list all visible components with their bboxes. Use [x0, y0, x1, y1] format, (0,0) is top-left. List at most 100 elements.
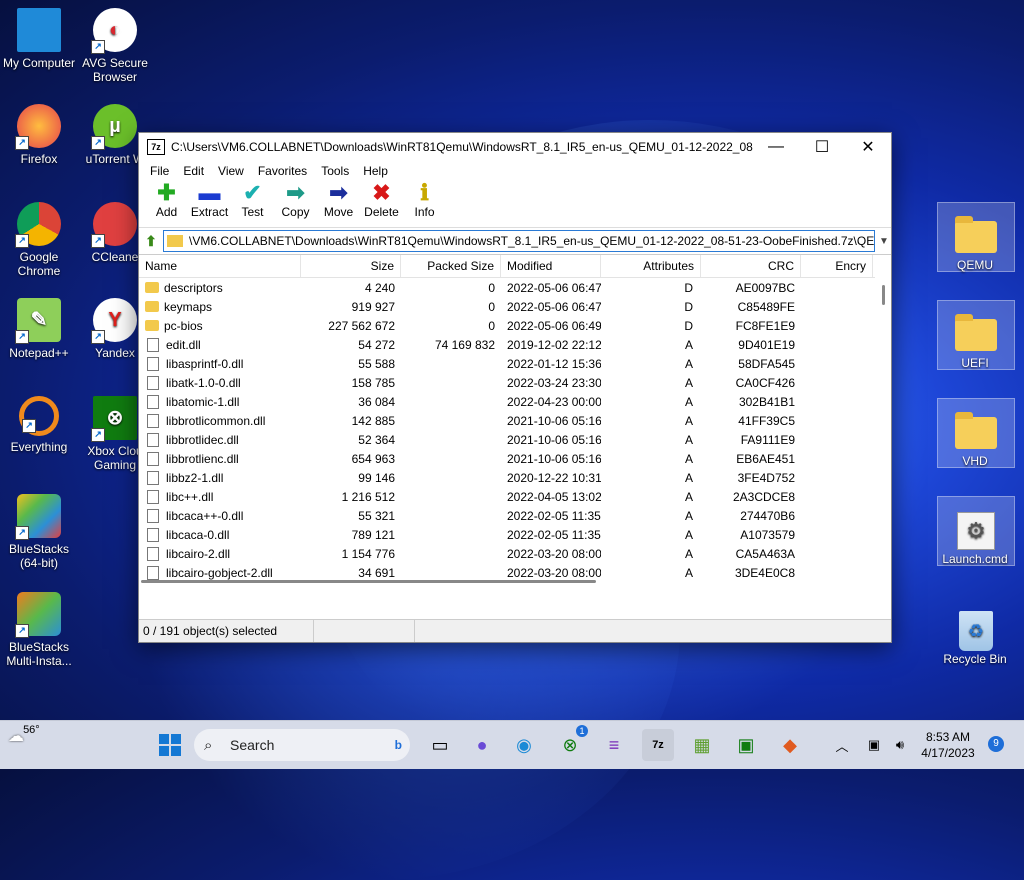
folder-icon — [955, 314, 997, 351]
desktop-icon[interactable]: ◐ ↗ AVG Secure Browser — [73, 8, 157, 84]
cell-packed-size: 0 — [488, 280, 495, 295]
desktop-icon[interactable]: My Computer — [0, 8, 81, 70]
weather-widget[interactable]: ☁ 56° — [8, 724, 44, 746]
bluestacks-taskbar-icon[interactable]: ◆ — [774, 729, 806, 761]
file-name: pc-bios — [164, 318, 203, 333]
desktop-icon[interactable]: ↗ Firefox — [0, 104, 81, 166]
horizontal-scroll-thumb[interactable] — [141, 580, 596, 583]
copy-button[interactable]: ➡ Copy — [274, 181, 317, 220]
table-row[interactable]: pc-bios 227 562 672 0 2022-05-06 06:49 D FC8F… — [139, 316, 891, 335]
menu-help[interactable]: Help — [356, 164, 395, 178]
desktop-icon[interactable]: ↗ Everything — [0, 396, 81, 454]
desktop-icon[interactable]: ⚙ Launch.cmd — [937, 496, 1015, 566]
search-box[interactable]: ⌕ Search b — [194, 729, 410, 761]
cell-size: 919 927 — [351, 299, 395, 314]
delete-button[interactable]: ✖ Delete — [360, 180, 403, 220]
add-button[interactable]: ✚ Add — [145, 181, 188, 220]
desktop-icon-label: Everything — [10, 440, 68, 454]
file-name: edit.dll — [166, 337, 201, 352]
address-field[interactable]: \VM6.COLLABNET\Downloads\WinRT81Qemu\Win… — [163, 230, 875, 252]
chevron-up-icon[interactable]: ︿ — [826, 729, 858, 761]
file-name: libc++.dll — [166, 489, 214, 504]
table-row[interactable]: libcaca++-0.dll 55 321 2022-02-05 11:35 A 27… — [139, 506, 891, 525]
column-header[interactable]: CRC — [701, 255, 801, 277]
cell-modified: 2019-12-02 22:12 — [507, 337, 601, 352]
menu-edit[interactable]: Edit — [176, 164, 211, 178]
vertical-scroll-thumb[interactable] — [882, 285, 885, 305]
column-header[interactable]: Encry — [801, 255, 873, 277]
title-bar[interactable]: 7z C:\Users\VM6.COLLABNET\Downloads\WinR… — [139, 133, 891, 161]
desktop-icon[interactable]: UEFI — [937, 300, 1015, 370]
menu-tools[interactable]: Tools — [314, 164, 356, 178]
volume-icon[interactable]: 🔊︎ — [884, 729, 916, 761]
column-header[interactable]: Attributes — [601, 255, 701, 277]
cell-name: libc++.dll — [139, 489, 301, 504]
close-button[interactable]: ✕ — [845, 133, 891, 161]
cell-size: 163 661 — [301, 585, 401, 586]
7zip-window: 7z C:\Users\VM6.COLLABNET\Downloads\WinR… — [138, 132, 892, 643]
table-row[interactable]: libbz2-1.dll 99 146 2020-12-22 10:31 A 3FE4D… — [139, 468, 891, 487]
file-name: libcairo-script-interpret... — [166, 585, 295, 586]
info-button[interactable]: ℹ Info — [403, 181, 446, 220]
toolbar: ✚ Add ▬ Extract ✔ Test ➡ Copy ➡ Move ✖ Delete ℹ Info — [139, 181, 891, 228]
column-header[interactable]: Size — [301, 255, 401, 277]
column-header[interactable]: Modified — [501, 255, 601, 277]
table-row[interactable]: edit.dll 54 272 74 169 832 2019-12-02 22:12… — [139, 335, 891, 354]
table-row[interactable]: libatk-1.0-0.dll 158 785 2022-03-24 23:30 A… — [139, 373, 891, 392]
cell-modified: 2022-02-05 11:35 — [507, 508, 601, 523]
file-icon — [147, 356, 159, 371]
table-row[interactable]: libc++.dll 1 216 512 2022-04-05 13:02 A 2A3C… — [139, 487, 891, 506]
cell-size: 1 216 512 — [341, 489, 395, 504]
menu-favorites[interactable]: Favorites — [251, 164, 314, 178]
windows-logo-icon — [159, 734, 181, 756]
move-button[interactable]: ➡ Move — [317, 181, 360, 220]
test-button[interactable]: ✔ Test — [231, 181, 274, 220]
cell-attributes: A — [684, 546, 693, 561]
table-row[interactable]: libbrotlienc.dll 654 963 2021-10-06 05:16 A… — [139, 449, 891, 468]
menu-view[interactable]: View — [211, 164, 251, 178]
desktop-icon[interactable]: ✎ ↗ Notepad++ — [0, 298, 81, 360]
toolbar-label: Delete — [364, 205, 399, 219]
maximize-button[interactable]: ☐ — [799, 133, 845, 161]
delete-icon: ✖ — [372, 180, 391, 205]
cell-crc: C85489FE — [737, 299, 795, 314]
menu-file[interactable]: File — [143, 164, 176, 178]
cell-name: libcairo-gobject-2.dll — [139, 565, 301, 580]
edge-icon[interactable]: ◉ — [508, 729, 540, 761]
xbox-cloud-taskbar-icon[interactable]: ▣ — [730, 729, 762, 761]
table-row[interactable]: libasprintf-0.dll 55 588 2022-01-12 15:36 A… — [139, 354, 891, 373]
desktop-icon[interactable]: QEMU — [937, 202, 1015, 272]
table-row[interactable]: libcaca-0.dll 789 121 2022-02-05 11:35 A A10… — [139, 525, 891, 544]
7zip-taskbar-icon[interactable]: 7z — [642, 729, 674, 761]
desktop-icon[interactable]: ↗ BlueStacks Multi-Insta... — [0, 592, 81, 668]
table-row[interactable]: keymaps 919 927 0 2022-05-06 06:47 D C85489FE — [139, 297, 891, 316]
table-row[interactable]: libcairo-2.dll 1 154 776 2022-03-20 08:00 A… — [139, 544, 891, 563]
table-row[interactable]: libbrotlidec.dll 52 364 2021-10-06 05:16 A F… — [139, 430, 891, 449]
toolbar-label: Move — [323, 205, 354, 219]
taskbar: ⌕ Search b ▭ ● ◉ ⊗ 1 ≡ 7z ▦ ▣ ◆ ︿ ▣ 🔊︎ 8… — [0, 720, 1024, 769]
onenote-icon[interactable]: ≡ — [598, 729, 630, 761]
desktop-icon[interactable]: ♻ Recycle Bin — [937, 596, 1013, 666]
xbox-icon[interactable]: ⊗ 1 — [554, 725, 588, 761]
up-folder-button[interactable]: ⬆ — [139, 233, 163, 250]
task-view-icon[interactable]: ▭ — [424, 729, 456, 761]
notification-count[interactable]: 9 — [988, 736, 1004, 752]
table-row[interactable]: descriptors 4 240 0 2022-05-06 06:47 D AE0097… — [139, 278, 891, 297]
notepadpp-taskbar-icon[interactable]: ▦ — [686, 729, 718, 761]
teams-chat-icon[interactable]: ● — [466, 729, 498, 761]
desktop-icon[interactable]: VHD — [937, 398, 1015, 468]
start-button[interactable] — [154, 729, 186, 761]
address-dropdown-arrow[interactable]: ▼ — [879, 236, 891, 247]
cell-packed-size: 0 — [488, 299, 495, 314]
vertical-scrollbar[interactable] — [875, 277, 891, 585]
desktop-icon[interactable]: ↗ Google Chrome — [0, 202, 81, 278]
column-header[interactable]: Name — [139, 255, 301, 277]
desktop-icon[interactable]: ↗ BlueStacks (64-bit) — [0, 494, 81, 570]
column-header[interactable]: Packed Size — [401, 255, 501, 277]
table-row[interactable]: libatomic-1.dll 36 084 2022-04-23 00:00 A 30… — [139, 392, 891, 411]
minimize-button[interactable]: — — [753, 133, 799, 161]
table-row[interactable]: libbrotlicommon.dll 142 885 2021-10-06 05:… — [139, 411, 891, 430]
extract-button[interactable]: ▬ Extract — [188, 181, 231, 220]
clock[interactable]: 8:53 AM 4/17/2023 — [916, 729, 980, 761]
file-icon — [147, 508, 159, 523]
